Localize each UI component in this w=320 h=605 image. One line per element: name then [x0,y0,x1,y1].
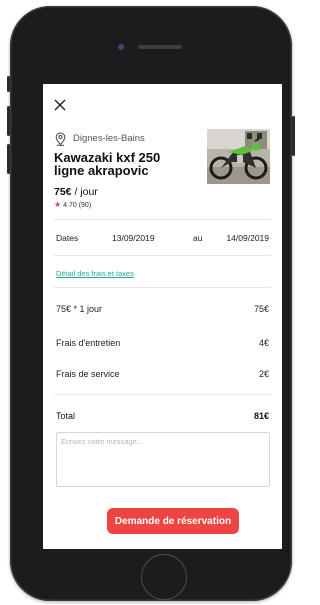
fee-row-maintenance: Frais d'entretien 4€ [56,338,269,348]
listing-price: 75€ / jour [54,186,98,198]
front-camera [118,44,124,50]
divider [54,394,271,395]
close-icon[interactable] [53,98,67,112]
motorcycle-photo [207,129,270,184]
fee-label: Frais d'entretien [56,338,121,348]
volume-up-button [7,106,10,136]
total-amount: 81€ [253,411,269,421]
listing-location: Dignes-les-Bains [73,133,145,144]
price-unit: / jour [71,186,98,198]
rating-count: (90) [78,202,92,209]
listing-title: Kawazaki kxf 250 ligne akrapovic [54,150,161,178]
fees-detail-link[interactable]: Détail des frais et taxes [56,269,134,278]
phone-frame: Dignes-les-Bains Kawazaki kxf 250 ligne … [7,6,295,601]
divider [54,255,271,256]
fee-row-rental: 75€ * 1 jour 75€ [56,304,269,314]
total-label: Total [56,411,76,421]
listing-rating: ★ 4.70 (90) [54,200,91,209]
fee-row-service: Frais de service 2€ [56,369,269,379]
rating-value: 4.70 [63,202,77,209]
dates-separator: au [193,233,203,243]
fee-label: 75€ * 1 jour [56,304,103,314]
fee-amount: 4€ [258,338,269,348]
earpiece-speaker [138,45,182,49]
fee-label: Frais de service [56,369,120,379]
home-button[interactable] [141,554,187,600]
divider [54,219,271,220]
star-icon: ★ [54,200,62,209]
start-date[interactable]: 13/09/2019 [112,233,155,243]
booking-request-button[interactable]: Demande de réservation [107,508,239,534]
power-button [292,116,295,156]
location-pin-icon [55,132,66,146]
booking-screen: Dignes-les-Bains Kawazaki kxf 250 ligne … [43,84,282,549]
fee-amount: 2€ [258,369,269,379]
total-row: Total 81€ [56,411,269,421]
volume-down-button [7,144,10,174]
end-date[interactable]: 14/09/2019 [226,233,269,243]
divider [54,287,271,288]
silent-switch [7,76,10,92]
message-input[interactable] [56,432,270,487]
dates-label: Dates [56,233,79,243]
fee-amount: 75€ [253,304,269,314]
price-amount: 75€ [54,186,72,198]
